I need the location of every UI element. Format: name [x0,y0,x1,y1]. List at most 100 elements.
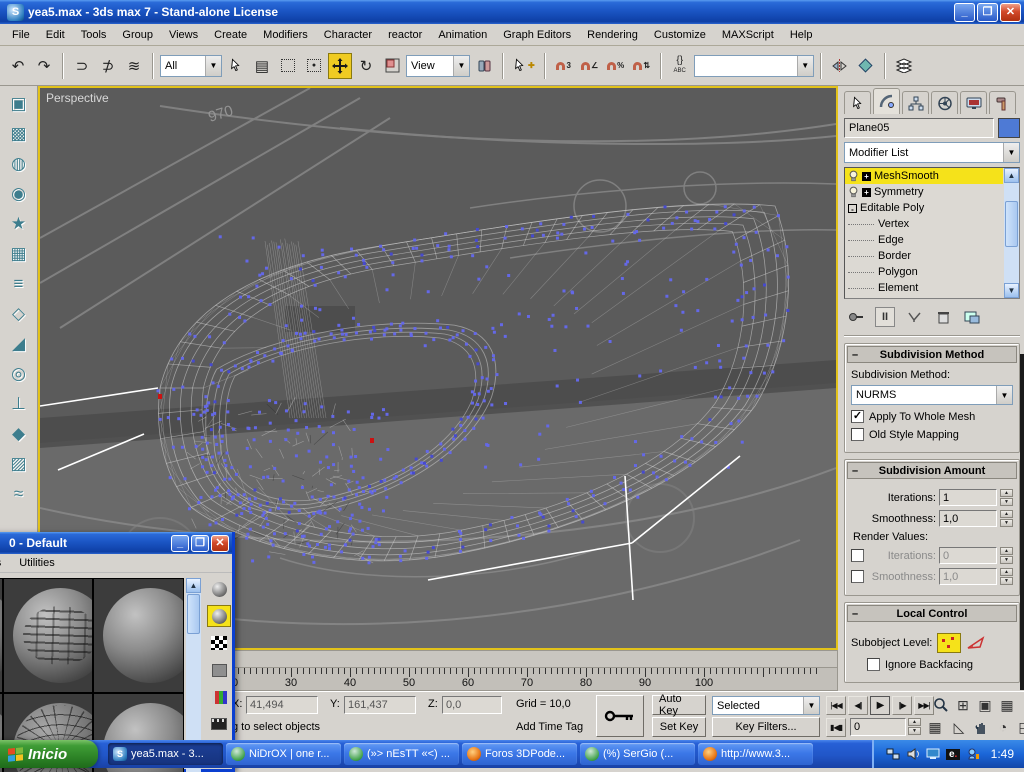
remove-modifier-icon[interactable] [933,307,953,327]
select-rotate-icon[interactable]: ↻ [354,53,378,79]
material-slot-plain-1[interactable] [93,578,184,693]
menu-views[interactable]: Views [161,27,206,43]
close-button[interactable]: ✕ [211,535,229,552]
scroll-thumb[interactable] [187,594,200,634]
named-selection-dropdown[interactable]: ▼ [694,55,814,77]
cloth-collection-icon[interactable]: ▩ [6,122,32,146]
apply-whole-mesh-row[interactable]: ✓ Apply To Whole Mesh [851,410,1013,423]
toy-car-icon[interactable]: ◆ [6,422,32,446]
pan-icon[interactable] [970,717,992,737]
menu-create[interactable]: Create [206,27,255,43]
stack-item-element[interactable]: Element [845,280,1003,296]
utilities-tab[interactable] [989,91,1016,114]
select-by-name-icon[interactable]: ▤ [250,53,274,79]
select-scale-icon[interactable] [380,53,404,79]
panel-scroll-strip[interactable] [1020,354,1024,690]
manipulate-icon[interactable]: ✚ [510,53,538,79]
task-button-5[interactable]: (%) SerGio (... [580,743,695,765]
chevron-down-icon[interactable]: ▼ [205,56,221,76]
menu-maxscript[interactable]: MAXScript [714,27,782,43]
render-iterations-checkbox[interactable] [851,549,864,562]
stack-item-edge[interactable]: Edge [845,232,1003,248]
chevron-down-icon[interactable]: ▼ [1003,143,1019,162]
rollout-header[interactable]: –Subdivision Amount [847,462,1017,479]
hinge-icon[interactable]: ◢ [6,332,32,356]
menu-edit[interactable]: Edit [38,27,73,43]
menu-animation[interactable]: Animation [430,27,495,43]
pin-stack-icon[interactable] [846,307,866,327]
smoothness-field[interactable]: 1,0 [939,510,997,527]
snap-3d-icon[interactable]: 3 [552,53,576,79]
modifier-list-dropdown[interactable]: Modifier List ▼ [844,142,1020,163]
set-key-button[interactable]: Set Key [652,717,706,737]
play-icon[interactable]: ▶ [870,696,890,715]
undo-icon[interactable]: ↶ [6,53,30,79]
display-tab[interactable] [960,91,987,114]
stack-item-editable-poly[interactable]: -Editable Poly [845,200,1003,216]
auto-key-button[interactable]: Auto Key [652,695,706,715]
messenger-tray-icon[interactable] [966,747,981,762]
tiling-icon[interactable] [207,659,231,681]
select-object-icon[interactable] [224,53,248,79]
deforming-mesh-icon[interactable]: ★ [6,212,32,236]
show-end-result-icon[interactable]: II [875,307,895,327]
video-color-check-icon[interactable] [207,686,231,708]
menu-rendering[interactable]: Rendering [579,27,646,43]
go-start-icon[interactable]: |◀◀ [826,696,846,715]
circle-region-icon[interactable]: ● [302,53,326,79]
rigid-body-collection-icon[interactable]: ▣ [6,92,32,116]
stack-item-polygon[interactable]: Polygon [845,264,1003,280]
spinner-snap-icon[interactable]: ⇅ [630,53,654,79]
x-coordinate-field[interactable]: 41,494 [246,696,318,714]
backlight-icon[interactable] [207,605,231,627]
menu-modifiers[interactable]: Modifiers [255,27,316,43]
object-name-field[interactable]: Plane05 [844,118,994,138]
create-tab[interactable] [844,91,871,114]
task-button-2[interactable]: NiDrOX | one r... [226,743,341,765]
scroll-up-icon[interactable]: ▲ [186,578,201,593]
water-icon[interactable]: ≈ [6,482,32,506]
time-configuration-icon[interactable]: ▦ [924,717,946,737]
ignore-backfacing-row[interactable]: Ignore Backfacing [867,658,1013,671]
min-max-toggle-icon[interactable]: ◱ [1014,717,1024,737]
close-button[interactable]: ✕ [1000,3,1021,22]
iterations-field[interactable]: 1 [939,489,997,506]
mat-menu-utilities[interactable]: Utilities [19,557,54,569]
arc-rotate-icon[interactable]: ◔ [992,717,1014,737]
menu-group[interactable]: Group [114,27,161,43]
current-frame-field[interactable]: 0 [850,718,906,736]
sample-type-icon[interactable] [207,578,231,600]
rect-region-icon[interactable] [276,53,300,79]
add-time-tag[interactable]: Add Time Tag [516,721,583,733]
render-iterations-spinner[interactable]: ▲▼ [1000,547,1013,564]
menu-character[interactable]: Character [316,27,380,43]
iterations-spinner[interactable]: ▲▼ [1000,489,1013,506]
next-frame-icon[interactable]: ||▶ [892,696,912,715]
chevron-down-icon[interactable]: ▼ [453,56,469,76]
configure-modifier-sets-icon[interactable] [962,307,982,327]
unlink-selection-icon[interactable]: ⊅ [96,53,120,79]
stack-item-symmetry[interactable]: +Symmetry [845,184,1003,200]
subobject-vertex-button[interactable] [937,633,961,653]
frame-spinner[interactable]: ▲▼ [908,718,921,735]
zoom-icon[interactable] [930,695,952,715]
zoom-region-icon[interactable]: ⊞ [952,695,974,715]
hierarchy-tab[interactable] [902,91,929,114]
start-button[interactable]: Inicio [0,740,98,768]
mat-menu-tions[interactable]: tions [0,557,1,569]
material-editor-window[interactable]: 0 - Default _ ❐ ✕ tionsUtilities ▲ [0,532,235,772]
soft-body-collection-icon[interactable]: ◍ [6,152,32,176]
material-slot-blueprint[interactable] [3,578,94,693]
task-button-1[interactable]: Syea5.max - 3... [108,743,223,765]
ref-coord-dropdown[interactable]: View▼ [406,55,470,77]
plane-icon[interactable]: ▦ [6,242,32,266]
maximize-button[interactable]: ❐ [191,535,209,552]
zoom-extents-icon[interactable]: ▣ [974,695,996,715]
motion-tab[interactable] [931,91,958,114]
chevron-down-icon[interactable]: ▼ [996,386,1012,404]
menu-graph-editors[interactable]: Graph Editors [495,27,579,43]
y-coordinate-field[interactable]: 161,437 [344,696,416,714]
redo-icon[interactable]: ↷ [32,53,56,79]
fov-icon[interactable]: ◺ [948,717,970,737]
task-button-3[interactable]: (»> nEsTT «<) ... [344,743,459,765]
